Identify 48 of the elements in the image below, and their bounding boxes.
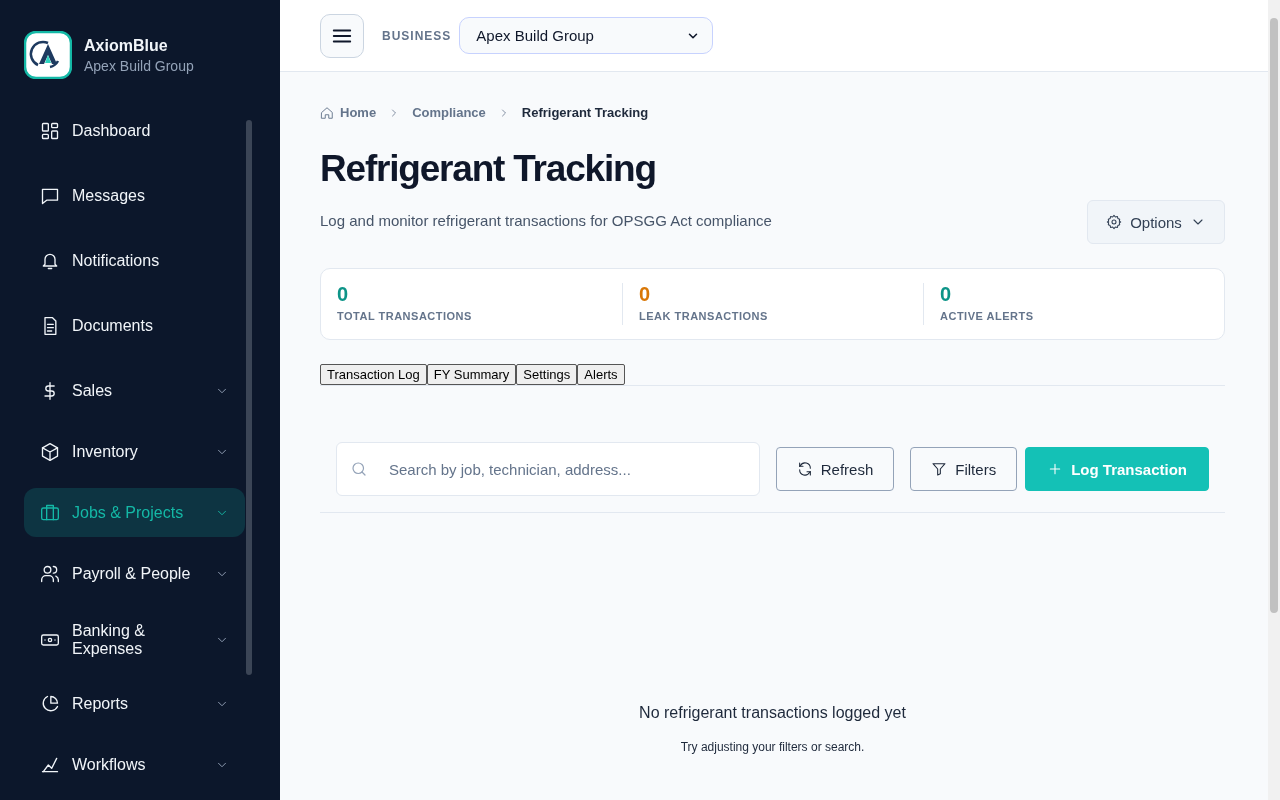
tab[interactable]: FY Summary xyxy=(426,364,517,385)
stat-label: ACTIVE ALERTS xyxy=(940,310,1035,322)
stat-value: 0 xyxy=(639,283,652,305)
menu-button[interactable] xyxy=(320,13,364,58)
search-icon xyxy=(350,460,368,478)
box-icon xyxy=(40,441,60,462)
nav-item[interactable]: Inventory xyxy=(24,427,245,476)
nav-item[interactable]: Jobs & Projects xyxy=(24,488,245,537)
business-select[interactable]: Apex Build Group xyxy=(459,17,714,54)
stat-value: 0 xyxy=(337,283,350,305)
gear-icon xyxy=(1106,214,1123,230)
briefcase-icon xyxy=(40,502,60,523)
logo-icon xyxy=(24,31,72,79)
brand-name: AxiomBlue xyxy=(84,36,169,55)
brand-subtitle: Apex Build Group xyxy=(84,57,194,74)
options-button[interactable]: Options xyxy=(1087,200,1225,244)
nav-item[interactable]: Banking & Expenses xyxy=(24,614,245,666)
tab[interactable]: Alerts xyxy=(577,364,625,385)
nav-item[interactable]: Messages xyxy=(24,171,245,220)
nav-item[interactable]: Documents xyxy=(24,301,245,350)
tab[interactable]: Settings xyxy=(516,364,578,385)
stat-label: TOTAL TRANSACTIONS xyxy=(337,310,473,322)
breadcrumb-current: Refrigerant Tracking xyxy=(521,105,649,120)
nav-item[interactable]: Reports xyxy=(24,679,245,728)
empty-state-hint: Try adjusting your filters or search. xyxy=(680,740,865,754)
refresh-button[interactable]: Refresh xyxy=(775,447,895,491)
nav-item[interactable]: Sales xyxy=(24,366,245,415)
refresh-icon xyxy=(796,461,813,477)
breadcrumb-link[interactable]: Compliance xyxy=(412,105,486,120)
filters-button[interactable]: Filters xyxy=(910,447,1018,491)
search-field[interactable]: Search by job, technician, address... xyxy=(336,442,760,496)
stat-label: LEAK TRANSACTIONS xyxy=(639,310,769,322)
people-icon xyxy=(40,563,60,584)
funnel-icon xyxy=(931,461,948,477)
tab[interactable]: Transaction Log xyxy=(320,364,427,385)
nav-item[interactable]: Notifications xyxy=(24,236,245,285)
nav-item[interactable]: Dashboard xyxy=(24,110,245,155)
business-label: BUSINESS xyxy=(382,28,452,43)
nav-item[interactable]: Payroll & People xyxy=(24,549,245,598)
pie-chart-icon xyxy=(40,693,60,714)
page-title: Refrigerant Tracking xyxy=(320,147,657,191)
grid-icon xyxy=(40,120,60,141)
empty-state-title: No refrigerant transactions logged yet xyxy=(639,704,906,722)
stat-value: 0 xyxy=(940,283,953,305)
page-description: Log and monitor refrigerant transactions for OPSGG Act compliance xyxy=(320,211,772,229)
home-icon xyxy=(320,105,334,120)
nav-item[interactable]: Workflows xyxy=(24,740,245,777)
breadcrumb-link[interactable]: Home xyxy=(340,105,377,120)
